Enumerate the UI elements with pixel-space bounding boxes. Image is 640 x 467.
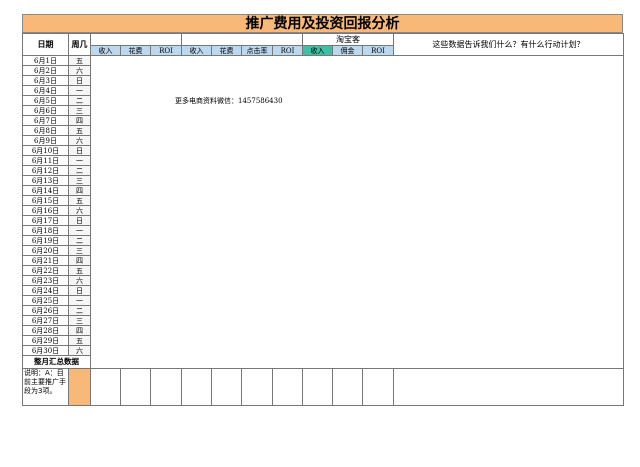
note-empty-cell[interactable] xyxy=(332,368,364,406)
date-cell[interactable]: 6月8日 xyxy=(22,125,69,136)
date-cell[interactable]: 6月24日 xyxy=(22,285,69,296)
weekday-cell[interactable]: 一 xyxy=(68,295,91,306)
note-empty-cell[interactable] xyxy=(211,368,243,406)
note-row: 说明：A：目前主要推广手段为3项。 xyxy=(22,368,625,406)
weekday-cell[interactable]: 五 xyxy=(68,55,91,66)
date-cell[interactable]: 6月5日 xyxy=(22,95,69,106)
subheader-cell: 收入 xyxy=(181,45,213,56)
note-empty-cell[interactable] xyxy=(149,368,183,406)
subheader-cell: 花费 xyxy=(120,45,151,56)
date-cell[interactable]: 6月7日 xyxy=(22,115,69,126)
weekday-cell[interactable]: 日 xyxy=(68,75,91,86)
weekday-cell[interactable]: 一 xyxy=(68,155,91,166)
weekday-cell[interactable]: 六 xyxy=(68,345,91,356)
date-cell[interactable]: 6月2日 xyxy=(22,65,69,76)
date-cell[interactable]: 6月30日 xyxy=(22,345,69,356)
weekday-cell[interactable]: 五 xyxy=(68,195,91,206)
note-empty-cell[interactable] xyxy=(181,368,213,406)
note-empty-cell[interactable] xyxy=(241,368,274,406)
weekday-cell[interactable]: 三 xyxy=(68,245,91,256)
date-cell[interactable]: 6月15日 xyxy=(22,195,69,206)
weekday-cell[interactable]: 三 xyxy=(68,175,91,186)
note-highlight-cell[interactable] xyxy=(68,368,91,406)
date-cell[interactable]: 6月3日 xyxy=(22,75,69,86)
date-cell[interactable]: 6月16日 xyxy=(22,205,69,216)
weekday-cell[interactable]: 二 xyxy=(68,165,91,176)
subheader-cell: ROI xyxy=(272,45,304,56)
note-empty-cell[interactable] xyxy=(90,368,121,406)
note-empty-cell[interactable] xyxy=(120,368,151,406)
weekday-cell[interactable]: 六 xyxy=(68,205,91,216)
note-empty-cell[interactable] xyxy=(362,368,395,406)
header-weekday: 周几 xyxy=(68,33,91,56)
date-cell[interactable]: 6月26日 xyxy=(22,305,69,316)
note-empty-cell[interactable] xyxy=(393,368,625,406)
weekday-cell[interactable]: 三 xyxy=(68,315,91,326)
date-cell[interactable]: 6月27日 xyxy=(22,315,69,326)
weekday-cell[interactable]: 五 xyxy=(68,265,91,276)
date-cell[interactable]: 6月20日 xyxy=(22,245,69,256)
subheader-cell: ROI xyxy=(149,45,183,56)
weekday-cell[interactable]: 四 xyxy=(68,115,91,126)
weekday-cell[interactable]: 四 xyxy=(68,185,91,196)
weekday-cell[interactable]: 日 xyxy=(68,285,91,296)
weekday-cell[interactable]: 日 xyxy=(68,145,91,156)
data-table: 日期 周几 淘宝客 这些数据告诉我们什么？有什么行动计划？ 收入 花费 ROI 收入花… xyxy=(22,33,625,406)
date-cell[interactable]: 6月17日 xyxy=(22,215,69,226)
date-cell[interactable]: 6月4日 xyxy=(22,85,69,96)
weekday-cell[interactable]: 四 xyxy=(68,325,91,336)
weekday-cell[interactable]: 一 xyxy=(68,85,91,96)
overlay-text: 更多电商资料微信：1457586430 xyxy=(175,97,283,105)
header-taobaoke: 淘宝客 xyxy=(302,33,395,46)
date-cell[interactable]: 6月19日 xyxy=(22,235,69,246)
data-area[interactable] xyxy=(89,55,625,369)
subheader-cell: 点击率 xyxy=(241,45,274,56)
summary-label: 整月汇总数据 xyxy=(22,355,91,369)
note-empty-cell[interactable] xyxy=(272,368,304,406)
header-group-2 xyxy=(181,33,304,46)
weekday-cell[interactable]: 一 xyxy=(68,225,91,236)
date-cell[interactable]: 6月21日 xyxy=(22,255,69,266)
weekday-cell[interactable]: 六 xyxy=(68,275,91,286)
date-cell[interactable]: 6月10日 xyxy=(22,145,69,156)
header-group-1 xyxy=(89,33,183,46)
subheader-cell: 佣金 xyxy=(332,45,364,56)
weekday-cell[interactable]: 三 xyxy=(68,105,91,116)
subheader-cell: 花费 xyxy=(211,45,243,56)
date-cell[interactable]: 6月6日 xyxy=(22,105,69,116)
weekday-cell[interactable]: 日 xyxy=(68,215,91,226)
header-date: 日期 xyxy=(22,33,69,56)
weekday-cell[interactable]: 二 xyxy=(68,305,91,316)
date-cell[interactable]: 6月12日 xyxy=(22,165,69,176)
subheader-cell: ROI xyxy=(362,45,395,56)
date-cell[interactable]: 6月1日 xyxy=(22,55,69,66)
weekday-cell[interactable]: 六 xyxy=(68,65,91,76)
date-cell[interactable]: 6月28日 xyxy=(22,325,69,336)
date-cell[interactable]: 6月18日 xyxy=(22,225,69,236)
date-cell[interactable]: 6月29日 xyxy=(22,335,69,346)
note-cell[interactable]: 说明：A：目前主要推广手段为3项。 xyxy=(22,368,69,406)
header-question: 这些数据告诉我们什么？有什么行动计划？ xyxy=(393,33,625,56)
spreadsheet: 推广费用及投资回报分析 日期 周几 淘宝客 这些数据告诉我们什么？有什么行动计划… xyxy=(22,14,625,406)
weekday-cell[interactable]: 二 xyxy=(68,95,91,106)
date-cell[interactable]: 6月23日 xyxy=(22,275,69,286)
subheader-cell: 收入 xyxy=(302,45,334,56)
date-cell[interactable]: 6月25日 xyxy=(22,295,69,306)
weekday-cell[interactable]: 五 xyxy=(68,335,91,346)
subheader-cell: 收入 xyxy=(90,45,121,56)
date-cell[interactable]: 6月14日 xyxy=(22,185,69,196)
date-cell[interactable]: 6月13日 xyxy=(22,175,69,186)
date-cell[interactable]: 6月9日 xyxy=(22,135,69,146)
table-row: 6月1日五 xyxy=(22,55,625,369)
weekday-cell[interactable]: 四 xyxy=(68,255,91,266)
sheet-title: 推广费用及投资回报分析 xyxy=(22,14,623,33)
weekday-cell[interactable]: 二 xyxy=(68,235,91,246)
weekday-cell[interactable]: 六 xyxy=(68,135,91,146)
date-cell[interactable]: 6月11日 xyxy=(22,155,69,166)
note-empty-cell[interactable] xyxy=(302,368,334,406)
weekday-cell[interactable]: 五 xyxy=(68,125,91,136)
date-cell[interactable]: 6月22日 xyxy=(22,265,69,276)
